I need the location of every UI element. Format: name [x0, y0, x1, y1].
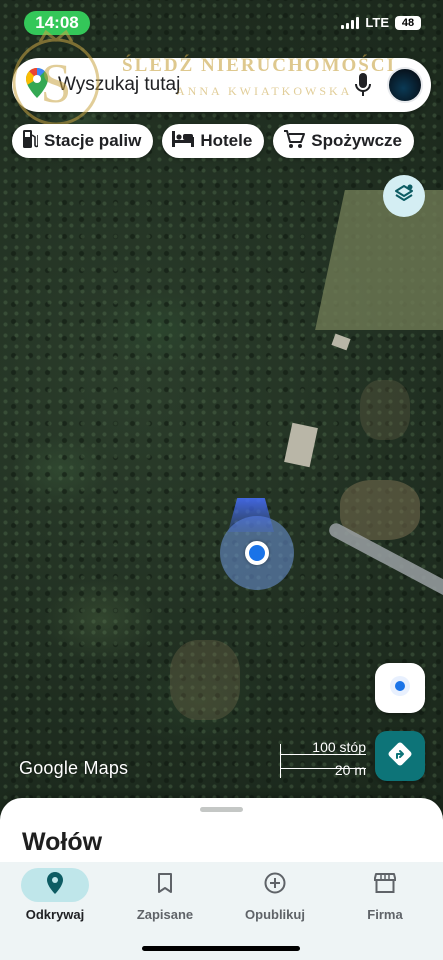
tab-label: Odkrywaj: [25, 907, 85, 922]
tab-label: Firma: [367, 907, 403, 922]
battery-icon: 48: [395, 15, 421, 30]
watermark-title: ŚLEDŹ NIERUCHOMOŚCI: [122, 55, 396, 76]
directions-button[interactable]: [375, 731, 425, 781]
watermark-subtitle: ANNA KWIATKOWSKA: [176, 84, 353, 98]
chip-label: Stacje paliw: [44, 131, 142, 150]
layers-icon: [393, 183, 415, 210]
map-scale: 100 stóp 20 m: [276, 739, 368, 780]
chip-gas-stations[interactable]: Stacje paliw: [12, 124, 154, 158]
gas-station-icon: [22, 129, 39, 154]
chip-label: Spożywcze: [311, 131, 402, 150]
watermark-monogram: S: [40, 53, 71, 115]
tab-saved[interactable]: Zapisane: [110, 862, 220, 932]
chip-label: Hotele: [200, 131, 253, 150]
map-building: [331, 333, 351, 351]
explore-pin-icon: [47, 871, 63, 899]
scale-m-label: 20 m: [334, 762, 366, 778]
tab-label: Zapisane: [136, 907, 194, 922]
my-location-button[interactable]: [375, 663, 425, 713]
sheet-drag-handle[interactable]: [200, 807, 243, 812]
tab-explore[interactable]: Odkrywaj: [0, 862, 110, 932]
category-chips: Stacje paliw Hotele Spożywcze: [12, 124, 414, 158]
tab-pill: [131, 868, 199, 902]
bookmark-icon: [157, 872, 173, 898]
bed-icon: [172, 130, 195, 152]
chip-groceries[interactable]: Spożywcze: [273, 124, 414, 158]
my-location-icon: [389, 675, 411, 702]
tab-pill: [21, 868, 89, 902]
map-field-area: [315, 190, 443, 330]
status-indicators: LTE 48: [341, 15, 421, 30]
add-circle-icon: [264, 872, 286, 899]
map-building: [284, 422, 318, 468]
signal-icon: [341, 16, 360, 29]
tab-pill: [241, 868, 309, 902]
watermark-logo: S: [6, 24, 106, 134]
place-title: Wołów: [22, 828, 103, 856]
map-clearing: [360, 380, 410, 440]
map-clearing: [170, 640, 240, 720]
tab-contribute[interactable]: Opublikuj: [220, 862, 330, 932]
google-maps-attribution: Google Maps: [19, 758, 129, 778]
tab-pill: [351, 868, 419, 902]
network-label: LTE: [365, 15, 389, 30]
storefront-icon: [373, 872, 397, 898]
layers-button[interactable]: [383, 175, 425, 217]
home-indicator[interactable]: [142, 946, 300, 951]
directions-icon: [386, 740, 414, 773]
tab-business[interactable]: Firma: [330, 862, 440, 932]
scale-ft-label: 100 stóp: [312, 739, 366, 755]
cart-icon: [283, 129, 306, 154]
chip-hotels[interactable]: Hotele: [162, 124, 265, 158]
user-location-dot: [245, 541, 269, 565]
tab-label: Opublikuj: [245, 907, 305, 922]
